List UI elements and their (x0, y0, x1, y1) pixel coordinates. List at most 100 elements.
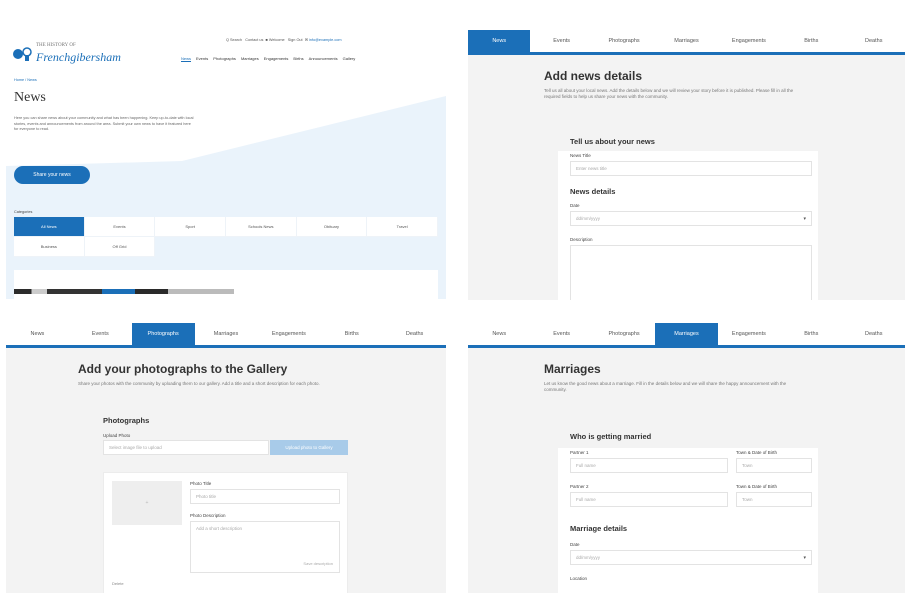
news-title-input[interactable]: Enter news title (570, 161, 812, 176)
tab-events[interactable]: Events (69, 323, 132, 345)
category-sport[interactable]: Sport (155, 217, 226, 237)
form-background: Marriages Let us know the good news abou… (468, 348, 905, 593)
date-label: Date (570, 542, 580, 547)
tab-news[interactable]: News (6, 323, 69, 345)
tab-deaths[interactable]: Deaths (843, 30, 905, 52)
tab-births[interactable]: Births (320, 323, 383, 345)
form-intro: Let us know the good news about a marria… (544, 381, 787, 392)
nav-item-engagements[interactable]: Engagements (264, 56, 289, 62)
delete-photo-link[interactable]: Delete (112, 581, 124, 586)
description-label: Description (570, 237, 593, 242)
account-label[interactable]: Welcome (269, 38, 285, 42)
partner-2-town-label: Town & Date of Birth (736, 484, 778, 489)
nav-item-events[interactable]: Events (196, 56, 208, 62)
tab-engagements[interactable]: Engagements (718, 30, 780, 52)
contact-link[interactable]: Contact us (245, 38, 263, 42)
date-select[interactable]: dd/mm/yyyy ▾ (570, 211, 812, 226)
form-title: Marriages (544, 362, 601, 376)
category-events[interactable]: Events (84, 217, 156, 237)
tab-news[interactable]: News (468, 30, 531, 52)
section-marriage-details: Marriage details (570, 524, 628, 533)
date-select-value: dd/mm/yyyy (576, 555, 601, 560)
category-travel[interactable]: Travel (367, 217, 438, 237)
tab-engagements[interactable]: Engagements (718, 323, 780, 345)
partner-1-label: Partner 1 (570, 450, 589, 455)
email-link[interactable]: info@example.com (309, 38, 342, 42)
tab-marriages[interactable]: Marriages (195, 323, 258, 345)
form-tabs: News Events Photographs Marriages Engage… (468, 30, 905, 55)
chevron-down-icon: ▾ (803, 216, 806, 222)
category-obituary[interactable]: Obituary (296, 217, 368, 237)
upload-input[interactable]: Select image file to upload (103, 440, 269, 455)
nav-item-gallery[interactable]: Gallery (343, 56, 356, 62)
location-label: Location (570, 576, 588, 581)
category-off-grid[interactable]: Off Grid (84, 237, 156, 257)
photo-title-label: Photo Title (190, 481, 212, 486)
tab-births[interactable]: Births (780, 323, 842, 345)
save-description-button[interactable]: Save description (303, 561, 333, 566)
photo-description-textarea[interactable]: Add a short description Save description (190, 521, 340, 573)
news-card-image (14, 289, 234, 294)
photo-title-input[interactable]: Photo title (190, 489, 340, 504)
form-intro: Tell us all about your local news. Add t… (544, 88, 794, 99)
form-intro: Share your photos with the community by … (78, 381, 320, 386)
intro-text: Here you can share news about your commu… (14, 116, 194, 131)
tab-events[interactable]: Events (530, 323, 592, 345)
mail-icon: ✉ (304, 38, 308, 42)
tab-news[interactable]: News (468, 323, 530, 345)
logo-wordmark[interactable]: Frenchgibersham (36, 50, 121, 65)
add-news-panel: News Events Photographs Marriages Engage… (468, 30, 905, 300)
category-schools[interactable]: Schools News (225, 217, 297, 237)
tab-deaths[interactable]: Deaths (843, 323, 905, 345)
form-background: Add your photographs to the Gallery Shar… (6, 348, 446, 593)
add-photos-panel: News Events Photographs Marriages Engage… (6, 323, 446, 593)
photo-thumbnail: + (112, 481, 182, 525)
partner-2-input[interactable]: Full name (570, 492, 728, 507)
signout-link[interactable]: Sign Out (288, 38, 303, 42)
description-textarea[interactable] (570, 245, 812, 300)
date-select-value: dd/mm/yyyy (576, 216, 601, 221)
account-icon: ■ (265, 38, 268, 42)
upload-button[interactable]: Upload photo to Gallery (270, 440, 348, 455)
category-all-news[interactable]: All News (14, 217, 85, 237)
news-title-label: News Title (570, 153, 591, 158)
site-logo-icon[interactable] (12, 46, 34, 62)
categories-label: Categories (14, 210, 33, 214)
partner-1-town-label: Town & Date of Birth (736, 450, 778, 455)
search-link[interactable]: Q Search (226, 38, 242, 42)
form-tabs: News Events Photographs Marriages Engage… (6, 323, 446, 348)
tab-photographs[interactable]: Photographs (593, 323, 655, 345)
form-tabs: News Events Photographs Marriages Engage… (468, 323, 905, 348)
logo-tagline: THE HISTORY OF (36, 43, 76, 48)
tab-marriages[interactable]: Marriages (655, 323, 718, 345)
partner-2-label: Partner 2 (570, 484, 589, 489)
tab-births[interactable]: Births (780, 30, 842, 52)
category-filter-grid: All News Events Sport Schools News Obitu… (14, 217, 438, 257)
share-news-button[interactable]: Share your news (14, 166, 90, 184)
tab-photographs[interactable]: Photographs (131, 323, 195, 345)
tab-events[interactable]: Events (530, 30, 592, 52)
upload-label: Upload Photo (103, 433, 131, 438)
photo-description-label: Photo Description (190, 513, 226, 518)
breadcrumb[interactable]: Home / News (14, 78, 37, 82)
section-who-getting-married: Who is getting married (570, 432, 652, 441)
date-select[interactable]: dd/mm/yyyy ▾ (570, 550, 812, 565)
partner-1-input[interactable]: Full name (570, 458, 728, 473)
page-title: News (14, 90, 46, 105)
tab-photographs[interactable]: Photographs (593, 30, 655, 52)
form-title: Add your photographs to the Gallery (78, 362, 288, 376)
tab-marriages[interactable]: Marriages (655, 30, 717, 52)
category-business[interactable]: Business (14, 237, 85, 257)
partner-2-town-input[interactable]: Town (736, 492, 812, 507)
nav-item-marriages[interactable]: Marriages (241, 56, 259, 62)
photo-card: + Photo Title Photo title Photo Descript… (103, 472, 348, 593)
nav-item-births[interactable]: Births (293, 56, 303, 62)
news-card[interactable] (14, 270, 438, 299)
tab-engagements[interactable]: Engagements (257, 323, 320, 345)
nav-item-announcements[interactable]: Announcements (309, 56, 338, 62)
tab-deaths[interactable]: Deaths (383, 323, 446, 345)
date-label: Date (570, 203, 580, 208)
nav-item-news[interactable]: News (181, 56, 192, 62)
nav-item-photographs[interactable]: Photographs (213, 56, 236, 62)
partner-1-town-input[interactable]: Town (736, 458, 812, 473)
